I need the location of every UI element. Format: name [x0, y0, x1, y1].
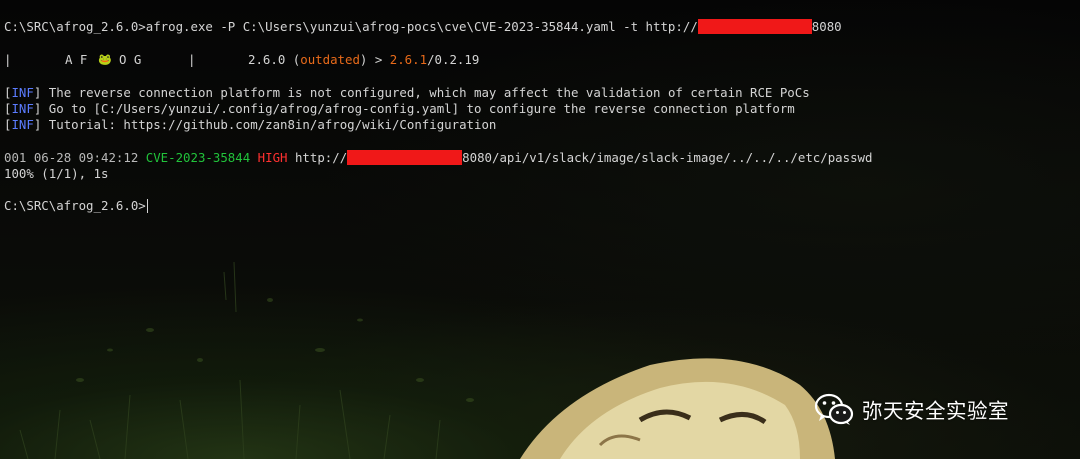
- info-tag: INF: [11, 85, 34, 100]
- info-text: The reverse connection platform is not c…: [41, 85, 810, 100]
- final-prompt-line[interactable]: C:\SRC\afrog_2.6.0>: [4, 198, 148, 214]
- result-time: 06-28 09:42:12: [26, 150, 146, 165]
- url-suffix: 8080/api/v1/slack/image/slack-image/../.…: [462, 150, 873, 165]
- redacted-host: [697, 19, 812, 34]
- watermark-text: 弥天安全实验室: [862, 399, 1009, 423]
- command-text: afrog.exe -P C:\Users\yunzui\afrog-pocs\…: [145, 19, 698, 34]
- banner-bar-left: |: [4, 52, 12, 67]
- outdated-label: outdated: [300, 52, 360, 67]
- banner-version-group: 2.6.0 (outdated) > 2.6.1/0.2.19: [248, 52, 479, 68]
- version-suffix: /0.2.19: [427, 52, 480, 67]
- command-line: C:\SRC\afrog_2.6.0>afrog.exe -P C:\Users…: [4, 19, 842, 35]
- info-line-3: [INF] Tutorial: https://github.com/zan8i…: [4, 117, 497, 132]
- info-text: Tutorial: https://github.com/zan8in/afro…: [41, 117, 497, 132]
- info-line-1: [INF] The reverse connection platform is…: [4, 85, 810, 100]
- redacted-host: [347, 150, 463, 165]
- result-index: 001: [4, 150, 27, 165]
- banner-line: | A F 🐸 O G | 2.6.0 (outdated) > 2.6.1/0.2.19: [4, 52, 479, 68]
- info-text: Go to [C:/Users/yunzui/.config/afrog/afr…: [41, 101, 795, 116]
- new-version: 2.6.1: [389, 52, 428, 67]
- banner-bar-right: |: [188, 52, 196, 67]
- wechat-icon: [814, 393, 854, 425]
- url-prefix: http://: [294, 150, 348, 165]
- prompt: C:\SRC\afrog_2.6.0>: [4, 19, 146, 34]
- watermark: 弥天安全实验室: [814, 389, 1009, 429]
- info-tag: INF: [11, 117, 34, 132]
- target-port: 8080: [811, 19, 842, 34]
- severity-badge: HIGH: [250, 150, 295, 165]
- info-line-2: [INF] Go to [C:/Users/yunzui/.config/afr…: [4, 101, 795, 116]
- cve-id: CVE-2023-35844: [145, 150, 251, 165]
- frog-icon: 🐸: [98, 53, 112, 66]
- paren-open: (: [285, 52, 301, 67]
- banner-logo-og: O G: [119, 52, 142, 67]
- final-prompt: C:\SRC\afrog_2.6.0>: [4, 198, 146, 213]
- text-cursor[interactable]: [146, 199, 148, 213]
- result-line: 001 06-28 09:42:12 CVE-2023-35844 HIGH h…: [4, 150, 872, 166]
- current-version: 2.6.0: [248, 52, 286, 67]
- paren-close: ) >: [359, 52, 390, 67]
- progress-line: 100% (1/1), 1s: [4, 166, 108, 182]
- terminal-window[interactable]: C:\SRC\afrog_2.6.0>afrog.exe -P C:\Users…: [0, 0, 1080, 459]
- info-tag: INF: [11, 101, 34, 116]
- banner-logo-af: A F: [65, 52, 88, 67]
- progress-text: 100% (1/1), 1s: [4, 166, 109, 181]
